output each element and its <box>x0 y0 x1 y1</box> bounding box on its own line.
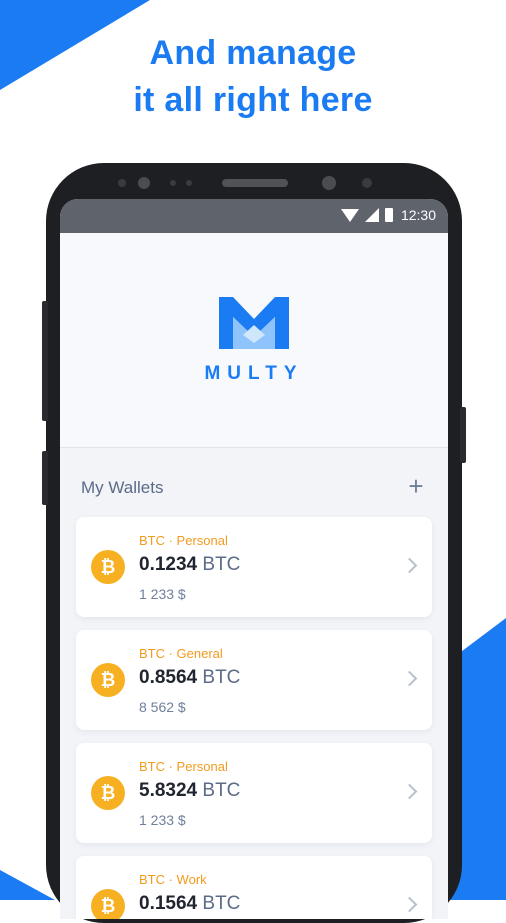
add-wallet-button[interactable]: + <box>402 472 430 500</box>
wallet-amount: 0.1564 <box>139 893 198 914</box>
wallet-card[interactable]: ₿ BTC · General 0.8564 BTC 8 562 $ <box>76 630 432 730</box>
brand-header: MULTY <box>60 233 448 448</box>
wallet-card[interactable]: ₿ BTC · Work 0.1564 BTC <box>76 856 432 919</box>
signal-icon <box>364 208 379 222</box>
wallets-header: My Wallets + <box>60 448 448 528</box>
wallet-card[interactable]: ₿ BTC · Personal 0.1234 BTC 1 233 $ <box>76 517 432 617</box>
wallet-label: BTC · Personal <box>139 533 228 548</box>
earpiece-speaker <box>222 179 288 187</box>
wallet-amount: 0.8564 <box>139 667 198 688</box>
chevron-right-icon <box>401 557 418 574</box>
chevron-right-icon <box>401 670 418 687</box>
status-bar: 12:30 <box>60 199 448 233</box>
chevron-right-icon <box>401 896 418 913</box>
wallet-unit: BTC <box>202 667 241 688</box>
sensor-icon <box>362 178 372 188</box>
volume-up-button <box>42 301 48 421</box>
wallet-label: BTC · Personal <box>139 759 228 774</box>
wallet-amount: 5.8324 <box>139 780 198 801</box>
wallet-unit: BTC <box>202 554 241 575</box>
phone-screen: 12:30 MULTY My Wallets + ₿ BTC · Persona… <box>60 199 448 919</box>
status-time: 12:30 <box>400 207 436 223</box>
wallet-balance: 0.8564 BTC <box>139 667 240 689</box>
front-camera-icon <box>138 177 150 189</box>
wifi-icon <box>340 208 359 222</box>
sensor-icon <box>118 179 126 187</box>
brand-logo-text: MULTY <box>204 363 304 384</box>
bitcoin-icon: ₿ <box>91 889 125 919</box>
battery-icon <box>384 208 393 222</box>
promo-headline: And manage it all right here <box>0 30 506 124</box>
wallet-card[interactable]: ₿ BTC · Personal 5.8324 BTC 1 233 $ <box>76 743 432 843</box>
headline-line-1: And manage <box>149 34 357 72</box>
wallet-unit: BTC <box>202 893 241 914</box>
wallet-unit: BTC <box>202 780 241 801</box>
phone-frame: 12:30 MULTY My Wallets + ₿ BTC · Persona… <box>42 163 466 923</box>
wallets-title: My Wallets <box>81 478 164 497</box>
wallet-label: BTC · General <box>139 646 223 661</box>
wallet-fiat-value: 1 233 $ <box>139 586 186 602</box>
wallet-balance: 0.1564 BTC <box>139 893 240 915</box>
multy-logo-icon <box>219 297 289 349</box>
wallet-balance: 5.8324 BTC <box>139 780 240 802</box>
sensor-icon <box>186 180 192 186</box>
wallet-fiat-value: 1 233 $ <box>139 812 186 828</box>
wallet-label: BTC · Work <box>139 872 207 887</box>
sensor-icon <box>170 180 176 186</box>
wallet-amount: 0.1234 <box>139 554 198 575</box>
chevron-right-icon <box>401 783 418 800</box>
headline-line-2: it all right here <box>133 81 373 119</box>
bitcoin-icon: ₿ <box>91 663 125 697</box>
iris-camera-icon <box>322 176 336 190</box>
volume-down-button <box>42 451 48 505</box>
power-button <box>460 407 466 463</box>
wallet-fiat-value: 8 562 $ <box>139 699 186 715</box>
wallets-section: My Wallets + ₿ BTC · Personal 0.1234 BTC… <box>60 448 448 919</box>
bitcoin-icon: ₿ <box>91 550 125 584</box>
bitcoin-icon: ₿ <box>91 776 125 810</box>
wallet-balance: 0.1234 BTC <box>139 554 240 576</box>
